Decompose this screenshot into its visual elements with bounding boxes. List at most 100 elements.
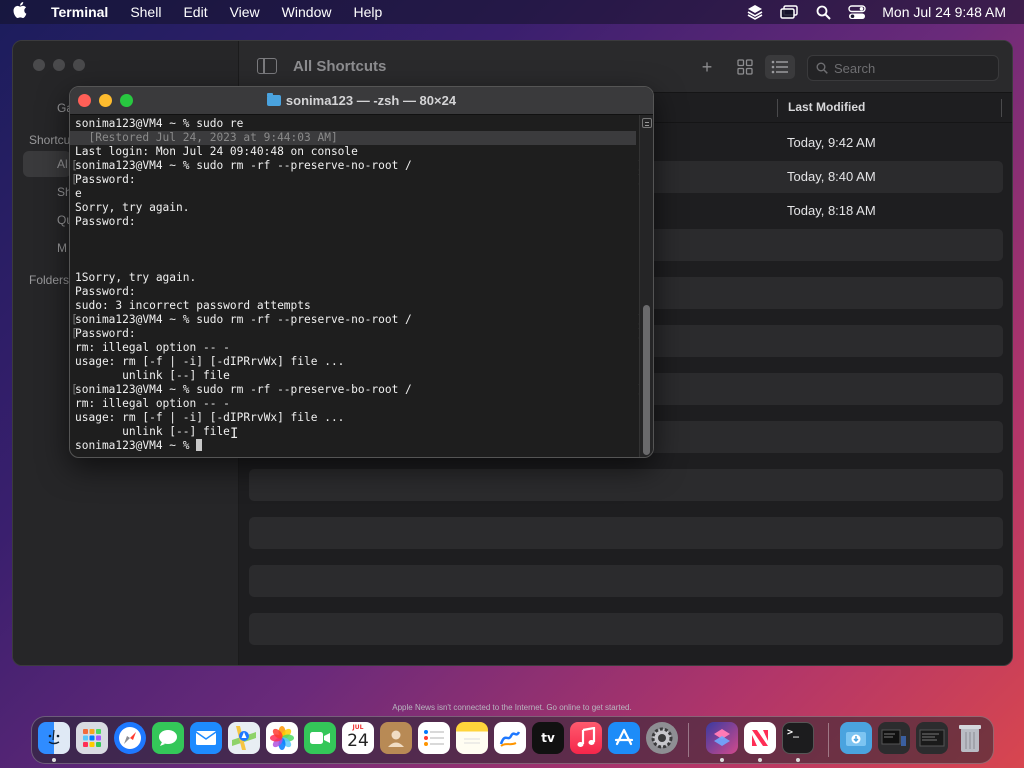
terminal-prompt: sonima123@VM4 ~ %: [75, 439, 197, 452]
row-date: Today, 9:42 AM: [787, 135, 876, 150]
search-input[interactable]: Search: [807, 55, 999, 81]
close-button[interactable]: [33, 59, 45, 71]
sidebar-toggle-icon[interactable]: [257, 58, 277, 74]
search-icon: [816, 62, 828, 74]
empty-row: [249, 613, 1003, 645]
page-title: All Shortcuts: [293, 58, 387, 75]
list-view-icon[interactable]: [765, 55, 795, 79]
running-indicator: [720, 758, 724, 762]
column-divider[interactable]: [777, 99, 778, 117]
trash-icon[interactable]: [954, 722, 986, 754]
tv-label: tv: [541, 731, 555, 745]
maps-icon[interactable]: [228, 722, 260, 754]
spotlight-search-icon[interactable]: [814, 4, 832, 20]
news-offline-note: Apple News isn't connected to the Intern…: [392, 703, 632, 712]
control-center-icon[interactable]: [848, 4, 866, 20]
apple-tv-icon[interactable]: tv: [532, 722, 564, 754]
menu-edit[interactable]: Edit: [172, 4, 218, 20]
text-cursor: [196, 439, 203, 451]
window-preview-icon[interactable]: [916, 722, 948, 754]
terminal-line: Password:: [75, 215, 136, 228]
terminal-line: rm: illegal option -- -: [75, 341, 230, 354]
app-store-icon[interactable]: [608, 722, 640, 754]
layers-icon[interactable]: [746, 4, 764, 20]
dock-separator: [828, 723, 829, 757]
add-shortcut-button[interactable]: +: [694, 55, 720, 79]
screen-mirroring-icon[interactable]: [780, 4, 798, 20]
photos-icon[interactable]: [266, 722, 298, 754]
empty-row: [249, 469, 1003, 501]
minimize-button[interactable]: [53, 59, 65, 71]
terminal-line: Password:: [71, 327, 644, 341]
shortcuts-icon[interactable]: [706, 722, 738, 754]
menu-shell[interactable]: Shell: [119, 4, 172, 20]
running-indicator: [758, 758, 762, 762]
terminal-restored-line: [Restored Jul 24, 2023 at 9:44:03 AM]: [70, 131, 636, 145]
column-last-modified[interactable]: Last Modified: [788, 100, 865, 114]
apple-menu-icon[interactable]: [0, 2, 40, 22]
reminders-icon[interactable]: [418, 722, 450, 754]
terminal-line: unlink [--] file: [75, 425, 230, 438]
terminal-line: sonima123@VM4 ~ % sudo rm -rf --preserve…: [71, 159, 644, 173]
menu-app-name[interactable]: Terminal: [40, 4, 119, 20]
sidebar-folders-label: Folders: [29, 273, 70, 287]
terminal-scrollbar[interactable]: [639, 115, 653, 457]
menu-bar: Terminal Shell Edit View Window Help Mon…: [0, 0, 1024, 24]
dock-separator: [688, 723, 689, 757]
terminal-line: unlink [--] file: [75, 369, 230, 382]
calendar-day: 24: [347, 731, 369, 751]
terminal-line: rm: illegal option -- -: [75, 397, 230, 410]
menu-window[interactable]: Window: [271, 4, 343, 20]
menu-clock[interactable]: Mon Jul 24 9:48 AM: [882, 4, 1006, 20]
music-icon[interactable]: [570, 722, 602, 754]
terminal-icon[interactable]: >_: [782, 722, 814, 754]
sidebar-section-label: Shortcu: [29, 133, 71, 147]
column-divider[interactable]: [1001, 99, 1002, 117]
freeform-icon[interactable]: [494, 722, 526, 754]
downloads-folder-icon[interactable]: [840, 722, 872, 754]
row-date: Today, 8:18 AM: [787, 203, 876, 218]
finder-icon[interactable]: [38, 722, 70, 754]
sidebar-item-all[interactable]: Al: [57, 157, 68, 171]
scroll-marker-icon[interactable]: [642, 118, 652, 128]
terminal-line: Password:: [71, 173, 644, 187]
running-indicator: [52, 758, 56, 762]
grid-view-icon[interactable]: [732, 55, 758, 79]
calendar-icon[interactable]: JUL 24: [342, 722, 374, 754]
notes-icon[interactable]: [456, 722, 488, 754]
terminal-title-text: sonima123 — -zsh — 80×24: [285, 93, 457, 108]
terminal-line: usage: rm [-f | -i] [-dIPRrvWx] file ...: [75, 355, 345, 368]
terminal-line: sonima123@VM4 ~ % sudo rm -rf --preserve…: [71, 383, 644, 397]
terminal-line: Last login: Mon Jul 24 09:40:48 on conso…: [75, 145, 358, 158]
terminal-prompt-line[interactable]: sonima123@VM4 ~ %: [75, 439, 640, 453]
scrollbar-thumb[interactable]: [643, 305, 650, 455]
search-placeholder: Search: [834, 60, 876, 76]
terminal-line: usage: rm [-f | -i] [-dIPRrvWx] file ...: [75, 411, 345, 424]
messages-icon[interactable]: [152, 722, 184, 754]
safari-icon[interactable]: [114, 722, 146, 754]
calendar-month: JUL: [352, 724, 364, 731]
launchpad-icon[interactable]: [76, 722, 108, 754]
ibeam-cursor-icon: I: [230, 426, 239, 442]
facetime-icon[interactable]: [304, 722, 336, 754]
menu-help[interactable]: Help: [342, 4, 393, 20]
mail-icon[interactable]: [190, 722, 222, 754]
terminal-output[interactable]: sonima123@VM4 ~ % sudo re [Restored Jul …: [70, 115, 644, 457]
system-settings-icon[interactable]: [646, 722, 678, 754]
dock: JUL 24 tv >_: [31, 716, 994, 764]
menu-view[interactable]: View: [219, 4, 271, 20]
terminal-line: sonima123@VM4 ~ % sudo rm -rf --preserve…: [71, 313, 644, 327]
zoom-button[interactable]: [73, 59, 85, 71]
row-date: Today, 8:40 AM: [787, 169, 876, 184]
terminal-titlebar[interactable]: sonima123 — -zsh — 80×24: [70, 87, 653, 115]
terminal-title: sonima123 — -zsh — 80×24: [70, 93, 653, 108]
terminal-line: sonima123@VM4 ~ % sudo re: [75, 117, 244, 130]
terminal-window[interactable]: sonima123 — -zsh — 80×24 sonima123@VM4 ~…: [69, 86, 654, 458]
contacts-icon[interactable]: [380, 722, 412, 754]
news-icon[interactable]: [744, 722, 776, 754]
window-preview-icon[interactable]: [878, 722, 910, 754]
sidebar-item-menu[interactable]: M: [57, 241, 67, 255]
